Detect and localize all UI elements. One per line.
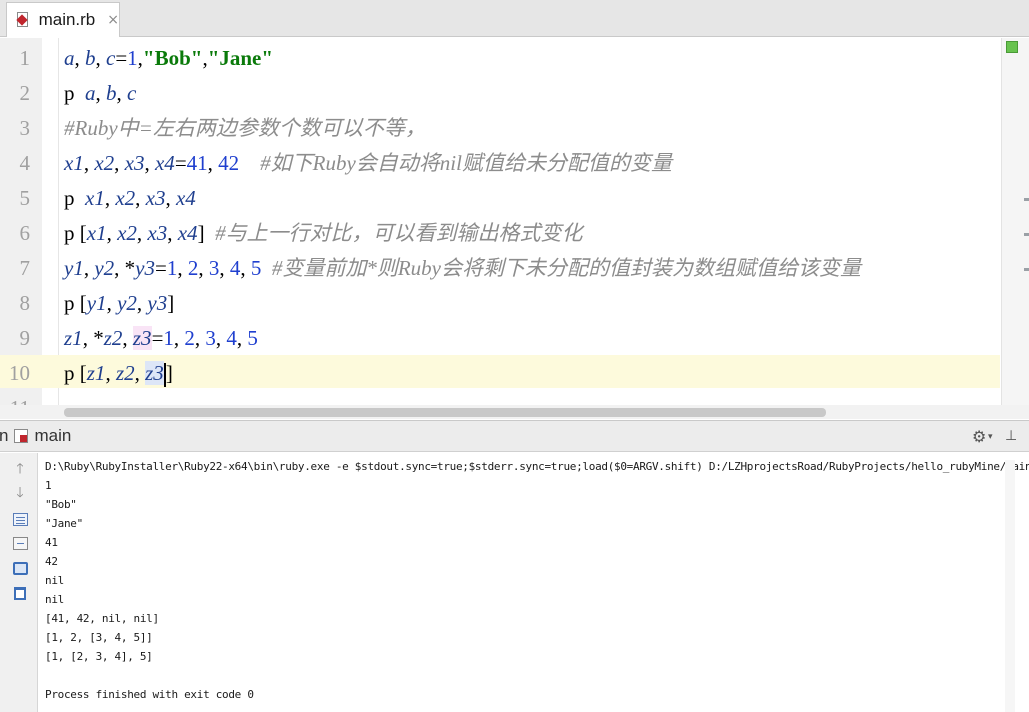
code-text: y1, y2, *y3=1, 2, 3, 4, 5 #变量前加*则Ruby会将剩… <box>64 256 861 280</box>
scroll-to-end-icon[interactable] <box>11 534 29 552</box>
arrow-up-icon[interactable]: 🡑 <box>11 461 29 479</box>
code-line: 10 p [z1, z2, z3] <box>0 356 1000 391</box>
edge-marker <box>1024 268 1029 271</box>
run-toolbar: 🡑 🡓 <box>0 453 38 712</box>
console-line: 1 <box>45 479 52 492</box>
code-text: z1, *z2, z3=1, 2, 3, 4, 5 <box>64 326 258 350</box>
code-line: 4 x1, x2, x3, x4=41, 42 #如下Ruby会自动将nil赋值… <box>0 146 1000 181</box>
error-stripe <box>1001 38 1029 419</box>
edge-marker <box>1024 233 1029 236</box>
console-output[interactable]: D:\Ruby\RubyInstaller\Ruby22-x64\bin\rub… <box>39 453 1029 712</box>
code-line: 1 a, b, c=1,"Bob","Jane" <box>0 41 1000 76</box>
console-line: nil <box>45 574 64 587</box>
console-line: [1, 2, [3, 4, 5]] <box>45 631 153 644</box>
console-exit-line: Process finished with exit code 0 <box>45 688 254 701</box>
chevron-down-icon[interactable]: ▾ <box>988 432 993 442</box>
line-number: 1 <box>19 46 31 70</box>
code-text: p [x1, x2, x3, x4] #与上一行对比，可以看到输出格式变化 <box>64 221 583 245</box>
console-command-line: D:\Ruby\RubyInstaller\Ruby22-x64\bin\rub… <box>45 460 1029 473</box>
ruby-run-config-icon <box>14 429 29 443</box>
code-text: x1, x2, x3, x4=41, 42 #如下Ruby会自动将nil赋值给未… <box>64 151 672 175</box>
trash-icon[interactable] <box>11 584 29 602</box>
arrow-down-icon[interactable]: 🡓 <box>11 485 29 503</box>
code-text: a, b, c=1,"Bob","Jane" <box>64 46 274 70</box>
gear-icon[interactable]: ⚙ <box>972 427 986 446</box>
line-number: 7 <box>19 256 31 280</box>
console-line: 41 <box>45 536 58 549</box>
console-line: nil <box>45 593 64 606</box>
line-number: 5 <box>19 186 31 210</box>
line-number: 4 <box>19 151 31 175</box>
tab-main-rb[interactable]: main.rb × <box>6 2 120 37</box>
code-text: #Ruby中=左右两边参数个数可以不等， <box>64 116 426 140</box>
hide-panel-icon[interactable]: ⊥ <box>1005 428 1017 444</box>
print-icon[interactable] <box>11 559 29 577</box>
line-number: 10 <box>9 361 30 385</box>
console-line: [1, [2, 3, 4], 5] <box>45 650 153 663</box>
console-line: "Jane" <box>45 517 83 530</box>
code-text: p x1, x2, x3, x4 <box>64 186 196 210</box>
editor-tab-bar: main.rb × <box>0 0 1029 37</box>
code-line: 3 #Ruby中=左右两边参数个数可以不等， <box>0 111 1000 146</box>
inspection-ok-icon[interactable] <box>1006 41 1018 53</box>
line-number: 6 <box>19 221 31 245</box>
console-line: 42 <box>45 555 58 568</box>
code-line: 8 p [y1, y2, y3] <box>0 286 1000 321</box>
line-number: 9 <box>19 326 31 350</box>
code-line: 5 p x1, x2, x3, x4 <box>0 181 1000 216</box>
code-line: 9 z1, *z2, z3=1, 2, 3, 4, 5 <box>0 321 1000 356</box>
line-number: 2 <box>19 81 31 105</box>
code-text: p a, b, c <box>64 81 137 105</box>
line-number: 3 <box>19 116 31 140</box>
close-icon[interactable]: × <box>107 12 119 28</box>
code-line: 2 p a, b, c <box>0 76 1000 111</box>
panel-title-prefix: n <box>0 426 9 445</box>
console-line: [41, 42, nil, nil] <box>45 612 159 625</box>
code-line: 7 y1, y2, *y3=1, 2, 3, 4, 5 #变量前加*则Ruby会… <box>0 251 1000 286</box>
edge-marker <box>1024 198 1029 201</box>
scrollbar-thumb[interactable] <box>64 408 826 417</box>
code-editor[interactable]: 1 a, b, c=1,"Bob","Jane" 2 p a, b, c 3 #… <box>0 38 1029 419</box>
line-number: 8 <box>19 291 31 315</box>
console-scrollbar[interactable] <box>1005 460 1015 712</box>
run-config-title[interactable]: main <box>34 426 71 446</box>
code-text: p [z1, z2, z3] <box>64 356 173 391</box>
code-line: 6 p [x1, x2, x3, x4] #与上一行对比，可以看到输出格式变化 <box>0 216 1000 251</box>
horizontal-scrollbar[interactable] <box>0 405 1029 419</box>
run-panel-header: n main <box>0 420 1029 452</box>
code-text: p [y1, y2, y3] <box>64 291 175 315</box>
console-line: "Bob" <box>45 498 77 511</box>
ruby-file-icon <box>15 12 29 28</box>
tab-label: main.rb <box>38 10 96 29</box>
soft-wrap-icon[interactable] <box>11 510 29 528</box>
